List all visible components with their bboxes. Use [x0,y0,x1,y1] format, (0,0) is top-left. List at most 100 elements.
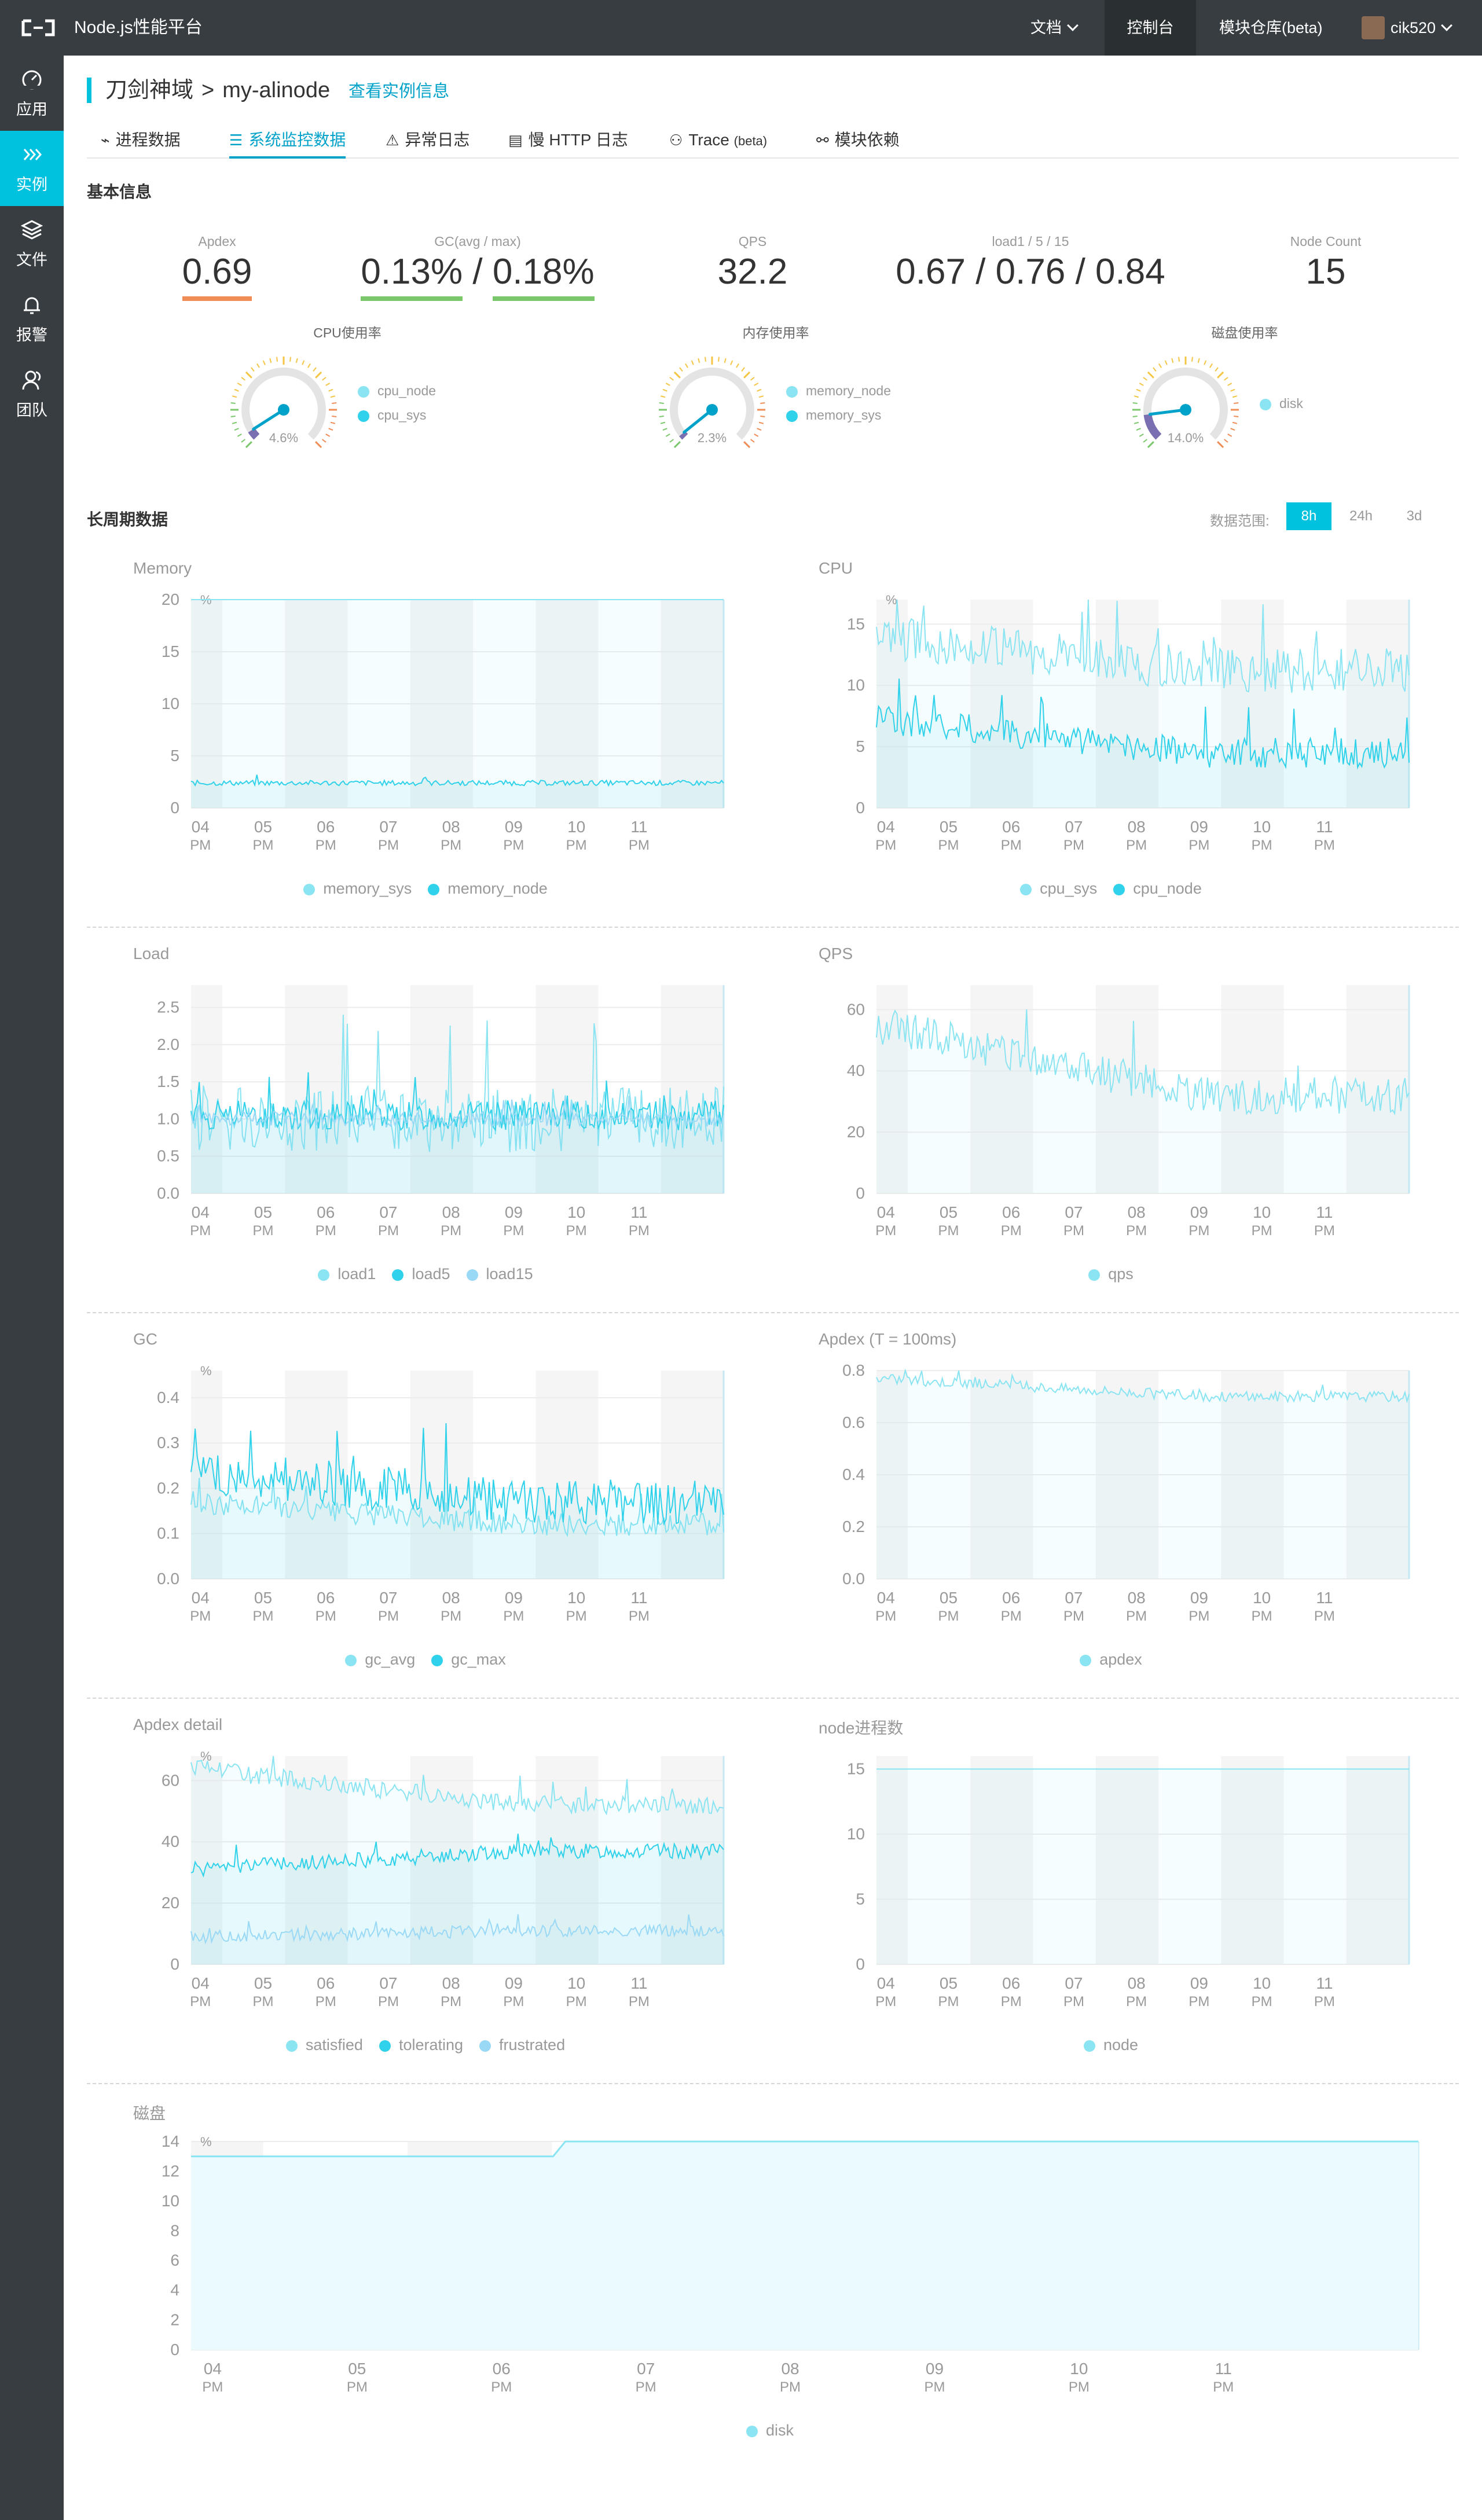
legend-item-tolerating[interactable]: tolerating [379,2036,463,2054]
legend-item-disk[interactable]: disk [746,2422,794,2440]
chart-y-tick: 4 [170,2281,179,2299]
chart-unit: % [886,593,897,607]
console-nav[interactable]: 控制台 [1105,0,1196,56]
breadcrumb-app[interactable]: 刀剑神域 [105,78,193,102]
legend-label: load15 [486,1265,533,1283]
module-repo-nav[interactable]: 模块仓库(beta) [1219,0,1364,56]
legend-item-gc_max[interactable]: gc_max [431,1651,506,1669]
tab-error-log[interactable]: ⚠ 异常日志 [386,125,469,159]
legend-item-satisfied[interactable]: satisfied [285,2036,363,2054]
legend-item-frustrated[interactable]: frustrated [479,2036,565,2054]
gauge-tick [1227,434,1232,437]
legend-item-cpu_node[interactable]: cpu_node [1113,880,1202,898]
legend-label: disk [765,2422,794,2439]
range-24h-button[interactable]: 24h [1338,502,1384,530]
sidebar-item-apps[interactable]: 应用 [0,56,64,131]
bell-icon [24,297,40,314]
tab-slow-http-log[interactable]: ▤ 慢 HTTP 日志 [508,125,628,159]
chart-x-tick-sub: PM [1188,1994,1209,2010]
section-divider [87,1312,1459,1313]
legend-label: load5 [412,1265,450,1283]
gauge-tick [322,377,327,381]
tab-label: 系统监控数据 [248,131,346,149]
chart-x-tick: 08 [781,2360,799,2378]
chart-x-tick: 08 [442,1974,460,1992]
chart-x-tick: 09 [1190,1203,1208,1221]
chart-x-tick-sub: PM [190,837,211,853]
chart-x-tick: 04 [192,1203,210,1221]
chart-legend: qps [772,1265,1450,1283]
chart-x-tick: 06 [317,1203,335,1221]
gauge-tick [662,388,667,392]
gauge-tick [1143,377,1147,381]
gauge-value: 14.0% [1168,431,1204,445]
chart-x-tick-sub: PM [316,1223,336,1239]
gauge-tick [307,363,311,368]
chart-x-tick-sub: PM [503,1994,524,2010]
legend-item-node[interactable]: node [1083,2036,1139,2054]
chart-x-tick: 07 [379,1974,397,1992]
chart-y-tick: 1.0 [157,1110,179,1127]
chart-y-tick: 6 [170,2251,179,2269]
gauge-tick [743,441,751,449]
legend-label: memory_sys [806,407,882,423]
chart-x-tick-sub: PM [378,1994,399,2010]
chart-x-tick: 09 [505,1589,523,1607]
gauge-tick [758,421,764,424]
tab-label: 异常日志 [405,131,470,149]
chart-x-tick: 05 [940,818,958,836]
legend-item-gc_avg[interactable]: gc_avg [345,1651,415,1669]
chart-x-tick-sub: PM [1314,1223,1335,1239]
sidebar-item-team[interactable]: 团队 [0,357,64,432]
logo-icon[interactable] [21,17,56,38]
legend-item-memory_sys[interactable]: memory_sys [303,880,412,898]
view-instance-link[interactable]: 查看实例信息 [349,81,449,102]
chart-y-tick: 2.5 [157,998,179,1016]
range-8h-button[interactable]: 8h [1286,502,1331,530]
chart-title: 磁盘 [133,2104,166,2122]
gauge-tick [241,439,245,443]
long-period-title: 长周期数据 [87,510,168,528]
legend-dot [1088,1269,1101,1281]
legend-item-load15[interactable]: load15 [466,1265,533,1283]
chart-x-tick-sub: PM [938,1223,959,1239]
tab-system-monitor[interactable]: ☰ 系统监控数据 [229,125,346,159]
range-3d-button[interactable]: 3d [1392,502,1437,530]
chart-x-tick: 11 [630,1203,647,1221]
legend-item-load5[interactable]: load5 [392,1265,450,1283]
chart-svg: 0.00.10.20.30.4%04PM05PM06PM07PM08PM09PM… [157,1364,725,1624]
legend-label: node [1103,2036,1139,2054]
legend-dot [345,1654,357,1666]
sidebar-item-label: 团队 [16,402,47,419]
chart-y-tick: 0.0 [157,1184,179,1202]
chart-y-tick: 2.0 [157,1035,179,1053]
gauge-tick [1232,395,1238,398]
sidebar-item-alerts[interactable]: 报警 [0,281,64,357]
gauge-tick [232,395,237,398]
legend-label: load1 [338,1265,376,1283]
sidebar-item-files[interactable]: 文件 [0,206,64,281]
gauge-tick [754,434,759,437]
gauge-tick [237,383,242,386]
legend-label: memory_sys [323,880,412,897]
chart-x-tick: 11 [1316,1203,1333,1221]
tab-module-deps[interactable]: ⚯ 模块依赖 [816,125,900,159]
legend-item-qps[interactable]: qps [1088,1265,1133,1283]
sidebar-item-instances[interactable]: 实例 [0,131,64,206]
gauge-tick [1204,360,1207,365]
tab-process-data[interactable]: ⌁ 进程数据 [101,125,181,159]
legend-item-load1[interactable]: load1 [318,1265,376,1283]
chart-x-tick-sub: PM [1188,837,1209,853]
chevron-down-icon [1441,20,1452,31]
tab-trace[interactable]: ⚇ Trace (beta) [669,125,767,159]
docs-menu[interactable]: 文档 [1030,0,1092,56]
user-menu[interactable]: cik520 [1362,0,1482,56]
legend-item-apdex[interactable]: apdex [1080,1651,1142,1669]
legend-item-memory_node[interactable]: memory_node [428,880,548,898]
chart-x-tick: 05 [254,1203,272,1221]
legend-item-cpu_sys[interactable]: cpu_sys [1020,880,1097,898]
chart-x-tick: 04 [204,2360,222,2378]
brand-title[interactable]: Node.js性能平台 [74,17,203,38]
chart-x-tick-sub: PM [1001,837,1022,853]
user-name: cik520 [1391,19,1436,36]
